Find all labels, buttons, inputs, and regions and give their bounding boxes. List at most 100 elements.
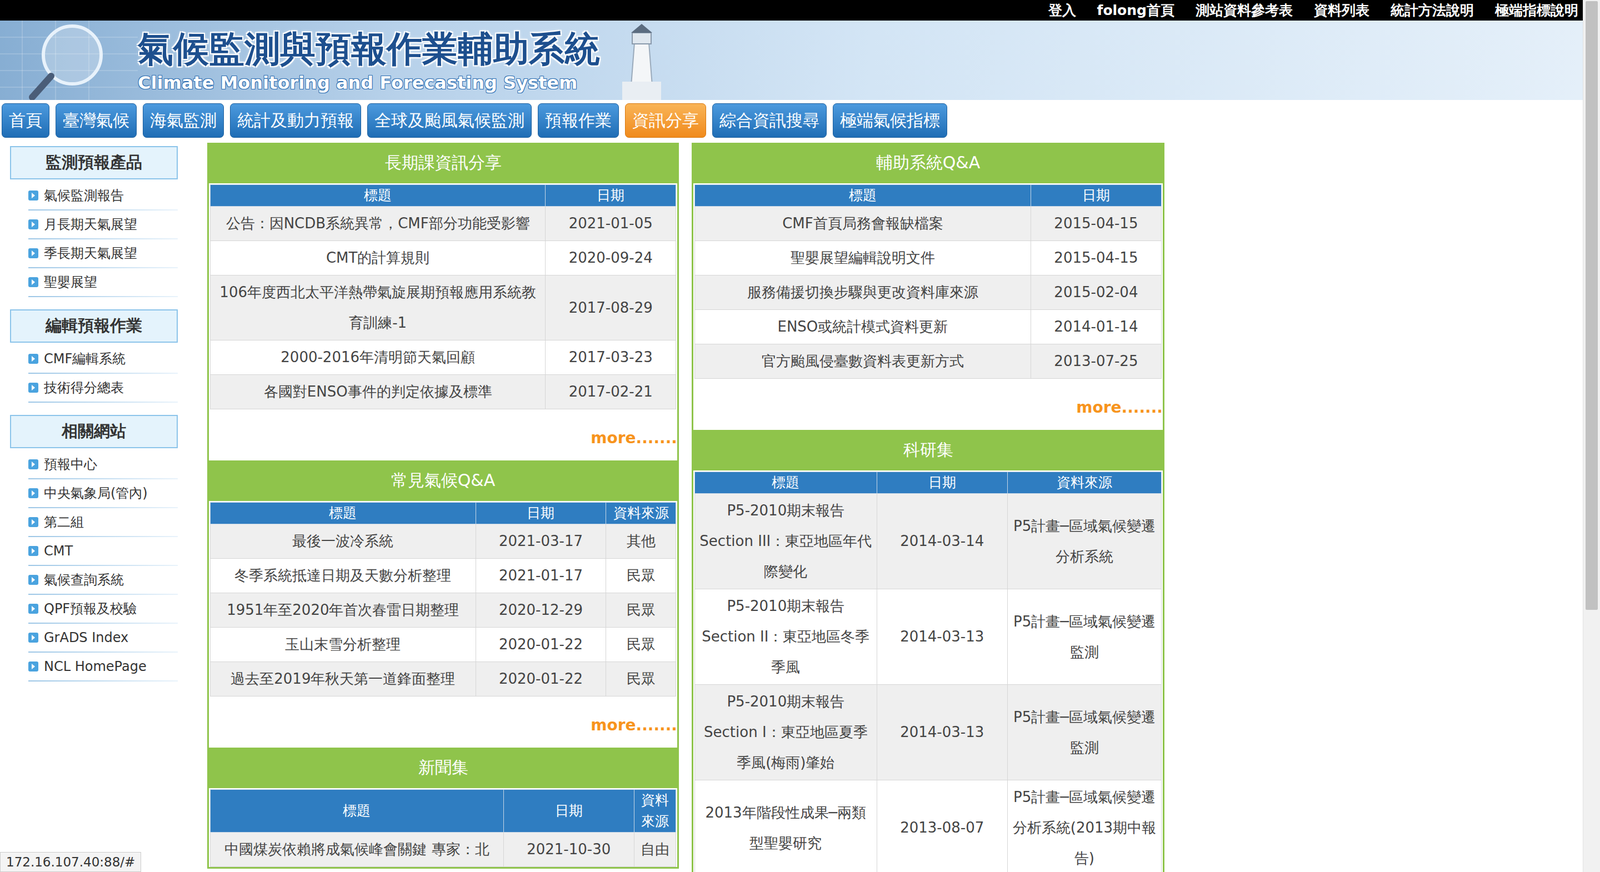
sidebar-item[interactable]: 預報中心: [28, 450, 178, 480]
table-row[interactable]: 玉山末雪分析整理2020-01-22民眾: [210, 627, 677, 663]
more-row: more.......: [208, 409, 678, 461]
status-bar: 172.16.107.40:88/#: [0, 852, 142, 872]
table-cell: 服務備援切換步驟與更改資料庫來源: [695, 275, 1032, 310]
top-link[interactable]: 測站資料參考表: [1195, 1, 1293, 20]
nav-bar: 首頁臺灣氣候海氣監測統計及動力預報全球及颱風氣候監測預報作業資訊分享綜合資訊搜尋…: [0, 100, 1583, 141]
table-row[interactable]: CMT的計算規則2020-09-24: [210, 241, 677, 276]
table-cell: 官方颱風侵臺數資料表更新方式: [695, 344, 1032, 379]
top-link[interactable]: 登入: [1048, 1, 1077, 20]
sidebar-item[interactable]: 聖嬰展望: [28, 268, 178, 298]
nav-tab[interactable]: 臺灣氣候: [55, 103, 137, 138]
table-row[interactable]: 2013年階段性成果─兩類型聖嬰研究2013-08-07P5計畫─區域氣候變遷分…: [695, 780, 1162, 872]
top-link[interactable]: 資料列表: [1313, 1, 1370, 20]
column-header: 標題: [210, 790, 504, 833]
table-cell: 2014-03-13: [876, 685, 1008, 781]
nav-tab[interactable]: 首頁: [1, 103, 50, 138]
more-link[interactable]: more.......: [1076, 398, 1163, 417]
sidebar-item[interactable]: 第二組: [28, 508, 178, 538]
column-header: 標題: [210, 185, 546, 207]
nav-tab[interactable]: 海氣監測: [142, 103, 224, 138]
table-header-row: 標題日期: [210, 185, 677, 207]
table-cell: P5計畫─區域氣候變遷監測: [1007, 685, 1162, 781]
sidebar-header: 監測預報產品: [10, 146, 178, 180]
table-header-row: 標題日期資料來源: [210, 790, 677, 833]
nav-tab[interactable]: 統計及動力預報: [230, 103, 362, 138]
sidebar-item[interactable]: 氣候監測報告: [28, 181, 178, 211]
table-row[interactable]: P5-2010期末報告 Section I：東亞地區夏季季風(梅雨)肇始2014…: [695, 685, 1162, 781]
top-link[interactable]: folong首頁: [1097, 1, 1175, 20]
table-cell: 民眾: [606, 662, 677, 697]
sidebar-item[interactable]: NCL HomePage: [28, 652, 178, 682]
top-link[interactable]: 極端指標說明: [1495, 1, 1579, 20]
table-row[interactable]: CMF首頁局務會報缺檔案2015-04-15: [695, 206, 1162, 242]
sidebar-item[interactable]: CMF編輯系統: [28, 345, 178, 374]
sidebar-item[interactable]: 氣候查詢系統: [28, 566, 178, 595]
sidebar-item[interactable]: GrADS Index: [28, 623, 178, 653]
table-row[interactable]: 聖嬰展望編輯說明文件2015-04-15: [695, 241, 1162, 276]
more-link[interactable]: more.......: [590, 716, 678, 735]
bullet-arrow-icon: [28, 603, 39, 614]
column-header: 日期: [1030, 185, 1162, 207]
table-cell: P5計畫─區域氣候變遷分析系統: [1007, 493, 1162, 590]
sidebar-item[interactable]: 技術得分總表: [28, 373, 178, 403]
table-row[interactable]: 各國對ENSO事件的判定依據及標準2017-02-21: [210, 375, 677, 410]
sidebar-section: 相關網站預報中心中央氣象局(管內)第二組CMT氣候查詢系統QPF預報及校驗GrA…: [10, 415, 178, 682]
panel-title: 輔助系統Q&A: [693, 142, 1163, 184]
table-row[interactable]: 中國煤炭依賴將成氣候峰會關鍵 專家：北2021-10-30自由: [210, 832, 677, 868]
sidebar-item[interactable]: 中央氣象局(管內): [28, 479, 178, 509]
table-cell: 公告：因NCDB系統異常，CMF部分功能受影響: [210, 206, 546, 242]
nav-tab[interactable]: 極端氣候指標: [832, 103, 948, 138]
center-column: 長期課資訊分享標題日期公告：因NCDB系統異常，CMF部分功能受影響2021-0…: [207, 142, 679, 869]
table-row[interactable]: 2000-2016年清明節天氣回顧2017-03-23: [210, 340, 677, 375]
panel-table: 標題日期公告：因NCDB系統異常，CMF部分功能受影響2021-01-05CMT…: [210, 184, 677, 410]
sidebar-item[interactable]: 月長期天氣展望: [28, 210, 178, 240]
table-row[interactable]: 最後一波冷系統2021-03-17其他: [210, 524, 677, 559]
table-row[interactable]: P5-2010期末報告 Section III：東亞地區年代際變化2014-03…: [695, 493, 1162, 590]
table-header-row: 標題日期: [695, 185, 1162, 207]
nav-tab[interactable]: 資訊分享: [625, 103, 707, 138]
panel-table: 標題日期資料來源最後一波冷系統2021-03-17其他冬季系統抵達日期及天數分析…: [210, 502, 677, 697]
panel-title: 長期課資訊分享: [208, 142, 678, 184]
nav-tab[interactable]: 預報作業: [537, 103, 619, 138]
table-cell: 2021-10-30: [503, 832, 634, 868]
column-header: 日期: [545, 185, 677, 207]
column-header: 日期: [876, 472, 1008, 494]
table-row[interactable]: 1951年至2020年首次春雷日期整理2020-12-29民眾: [210, 593, 677, 628]
scrollbar[interactable]: [1582, 0, 1600, 872]
table-cell: 2017-03-23: [545, 340, 677, 375]
table-row[interactable]: 冬季系統抵達日期及天數分析整理2021-01-17民眾: [210, 558, 677, 594]
table-row[interactable]: ENSO或統計模式資料更新2014-01-14: [695, 310, 1162, 345]
sidebar-item[interactable]: QPF預報及校驗: [28, 595, 178, 624]
bullet-arrow-icon: [28, 575, 39, 585]
nav-tab[interactable]: 綜合資訊搜尋: [712, 103, 827, 138]
right-column: 輔助系統Q&A標題日期CMF首頁局務會報缺檔案2015-04-15聖嬰展望編輯說…: [691, 142, 1165, 872]
table-row[interactable]: 服務備援切換步驟與更改資料庫來源2015-02-04: [695, 275, 1162, 310]
table-cell: P5-2010期末報告 Section III：東亞地區年代際變化: [695, 493, 878, 590]
top-link[interactable]: 統計方法說明: [1390, 1, 1474, 20]
top-bar: 登入 folong首頁 測站資料參考表 資料列表 統計方法說明 極端指標說明: [0, 0, 1583, 21]
table-row[interactable]: 公告：因NCDB系統異常，CMF部分功能受影響2021-01-05: [210, 206, 677, 242]
table-row[interactable]: 官方颱風侵臺數資料表更新方式2013-07-25: [695, 344, 1162, 379]
table-row[interactable]: 過去至2019年秋天第一道鋒面整理2020-01-22民眾: [210, 662, 677, 697]
app: 登入folong首頁測站資料參考表資料列表統計方法說明極端指標說明氣候監測與預報…: [0, 0, 1600, 872]
table-cell: 玉山末雪分析整理: [210, 627, 477, 663]
table-cell: 過去至2019年秋天第一道鋒面整理: [210, 662, 477, 697]
table-cell: 聖嬰展望編輯說明文件: [695, 241, 1032, 276]
panel-title: 科研集: [693, 430, 1163, 471]
sidebar-section: 監測預報產品氣候監測報告月長期天氣展望季長期天氣展望聖嬰展望: [10, 146, 178, 298]
table-header-row: 標題日期資料來源: [210, 502, 677, 525]
nav-tab[interactable]: 全球及颱風氣候監測: [367, 103, 532, 138]
table-cell: 2014-01-14: [1030, 310, 1162, 345]
sidebar-item[interactable]: 季長期天氣展望: [28, 239, 178, 269]
more-link[interactable]: more.......: [590, 428, 678, 448]
table-row[interactable]: 106年度西北太平洋熱帶氣旋展期預報應用系統教育訓練-12017-08-29: [210, 275, 677, 341]
bullet-arrow-icon: [28, 353, 39, 364]
table-cell: P5-2010期末報告 Section II：東亞地區冬季季風: [695, 589, 878, 685]
column-header: 標題: [695, 185, 1032, 207]
sidebar-item[interactable]: CMT: [28, 537, 178, 567]
table-cell: 2020-01-22: [475, 627, 607, 663]
bullet-arrow-icon: [28, 219, 39, 230]
more-row: more.......: [693, 378, 1163, 430]
scrollbar-thumb[interactable]: [1585, 1, 1598, 610]
table-row[interactable]: P5-2010期末報告 Section II：東亞地區冬季季風2014-03-1…: [695, 589, 1162, 685]
